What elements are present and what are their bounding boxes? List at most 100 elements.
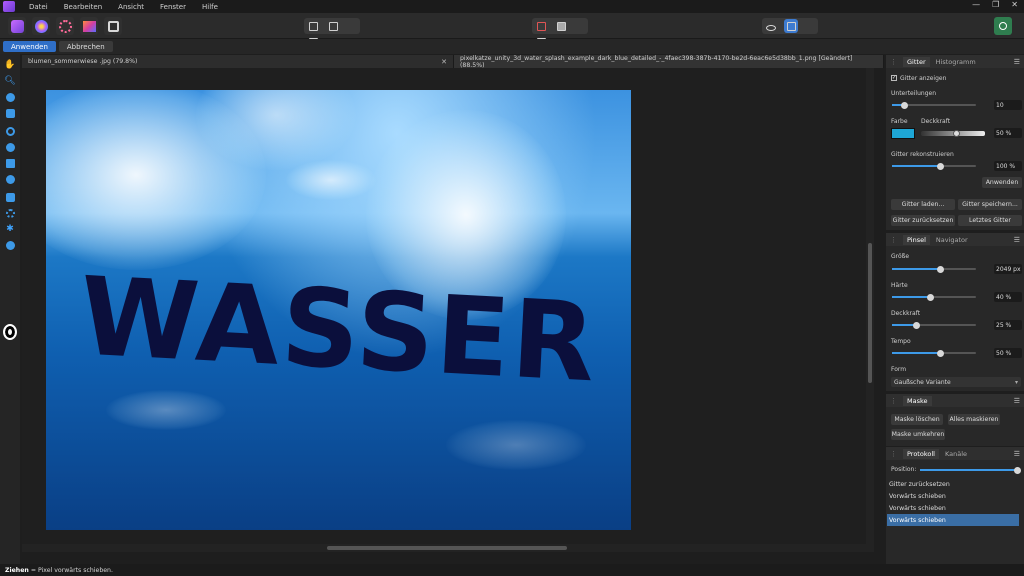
minimize-button[interactable]: — — [972, 0, 980, 9]
export-persona-icon[interactable] — [104, 17, 122, 35]
subdivisions-value[interactable]: 10 — [994, 100, 1022, 110]
eye-view-icon[interactable] — [764, 21, 778, 35]
window-controls: — ❐ ✕ — [972, 0, 1018, 9]
user-account-icon[interactable] — [994, 17, 1012, 35]
panel-menu-icon[interactable]: ☰ — [1014, 397, 1020, 405]
show-grid-checkbox[interactable]: ✓ — [891, 75, 897, 81]
close-window-button[interactable]: ✕ — [1011, 0, 1018, 9]
tab-protokoll[interactable]: Protokoll — [903, 448, 939, 459]
menu-fenster[interactable]: Fenster — [152, 3, 194, 11]
develop-persona-icon[interactable] — [56, 17, 74, 35]
status-tool: Ziehen — [5, 566, 29, 574]
liquify-push-left-icon[interactable] — [4, 107, 16, 119]
liquify-persona-icon[interactable] — [32, 17, 50, 35]
menu-hilfe[interactable]: Hilfe — [194, 3, 226, 11]
brush-opacity-slider[interactable] — [892, 321, 976, 329]
hardness-slider[interactable] — [892, 293, 976, 301]
speed-slider[interactable] — [892, 349, 976, 357]
document-tab[interactable]: blumen_sommerwiese .jpg (79.8%) ✕ — [22, 55, 454, 68]
grid-opacity-value[interactable]: 50 % — [994, 128, 1022, 138]
color-well[interactable] — [3, 324, 17, 340]
liquify-mesh-icon[interactable] — [4, 157, 16, 169]
load-grid-button[interactable]: Gitter laden... — [891, 199, 955, 210]
panel-menu-icon[interactable]: ☰ — [1014, 236, 1020, 244]
zoom-tool-icon[interactable]: 🔍︎ — [4, 75, 16, 87]
apply-button[interactable]: Anwenden — [3, 41, 56, 52]
tab-histogramm[interactable]: Histogramm — [936, 58, 976, 66]
history-item-selected[interactable]: Vorwärts schieben — [887, 514, 1019, 526]
status-bar: Ziehen = Pixel vorwärts schieben. — [0, 564, 1024, 576]
history-item[interactable]: Vorwärts schieben — [887, 490, 1019, 502]
size-slider[interactable] — [892, 265, 976, 273]
grid-opacity-slider[interactable] — [921, 129, 985, 137]
size-label: Größe — [891, 253, 910, 260]
maximize-button[interactable]: ❐ — [992, 0, 999, 9]
grid-apply-button[interactable]: Anwenden — [982, 177, 1022, 188]
cancel-button[interactable]: Abbrechen — [58, 41, 113, 52]
context-toolbar: Anwenden Abbrechen — [0, 39, 1024, 54]
liquify-push-forward-icon[interactable] — [4, 91, 16, 103]
speed-value[interactable]: 50 % — [994, 348, 1022, 358]
artwork-image[interactable]: WASSER — [46, 90, 631, 530]
tab-navigator[interactable]: Navigator — [936, 236, 968, 244]
document-tab-title: blumen_sommerwiese .jpg (79.8%) — [28, 58, 138, 65]
mask-all-button[interactable]: Alles maskieren — [948, 414, 1000, 425]
split-view-icon[interactable] — [326, 19, 340, 33]
invert-mask-button[interactable]: Maske umkehren — [891, 429, 945, 440]
mask-panel: ⋮ Maske ☰ Maske löschen Alles maskieren … — [886, 394, 1024, 446]
menu-bearbeiten[interactable]: Bearbeiten — [56, 3, 110, 11]
reset-grid-button[interactable]: Gitter zurücksetzen — [891, 215, 955, 226]
liquify-clone-icon[interactable] — [4, 173, 16, 185]
shape-select[interactable]: Gaußsche Variante ▾ — [891, 377, 1021, 387]
liquify-pinch-icon[interactable] — [4, 141, 16, 153]
rebuild-grid-value[interactable]: 100 % — [994, 161, 1022, 171]
panel-menu-icon[interactable]: ☰ — [1014, 58, 1020, 66]
quick-mask-icon[interactable] — [534, 19, 548, 33]
tab-kanaele[interactable]: Kanäle — [945, 450, 967, 458]
hardness-value[interactable]: 40 % — [994, 292, 1022, 302]
color-label: Farbe — [891, 118, 908, 125]
rebuild-grid-slider[interactable] — [892, 162, 976, 170]
save-grid-button[interactable]: Gitter speichern... — [958, 199, 1022, 210]
liquify-freeze-icon[interactable]: ✱ — [4, 223, 16, 235]
show-grid-label: Gitter anzeigen — [900, 75, 947, 82]
canvas-area[interactable]: WASSER — [22, 68, 874, 552]
last-grid-button[interactable]: Letztes Gitter — [958, 215, 1022, 226]
grid-view-icon[interactable] — [306, 19, 320, 33]
brush-opacity-value[interactable]: 25 % — [994, 320, 1022, 330]
grid-color-swatch[interactable] — [891, 128, 915, 139]
size-value[interactable]: 2049 px — [994, 264, 1022, 274]
document-tab-active[interactable]: pixelkatze_unity_3d_water_splash_example… — [454, 54, 884, 69]
history-item[interactable]: Vorwärts schieben — [887, 502, 1019, 514]
liquify-turbulence-icon[interactable] — [4, 207, 16, 219]
subdivisions-slider[interactable] — [892, 101, 976, 109]
brush-opacity-label: Deckkraft — [891, 310, 921, 317]
hand-tool-icon[interactable]: ✋ — [4, 59, 16, 71]
photo-persona-icon[interactable] — [8, 17, 26, 35]
history-position-slider[interactable] — [920, 466, 1021, 474]
menu-ansicht[interactable]: Ansicht — [110, 3, 152, 11]
liquify-twirl-icon[interactable] — [4, 125, 16, 137]
app-logo-icon — [3, 1, 15, 12]
tone-mapping-persona-icon[interactable] — [80, 17, 98, 35]
history-item[interactable]: Gitter zurücksetzen — [887, 478, 1019, 490]
mask-square-icon[interactable] — [554, 19, 568, 33]
panel-menu-icon[interactable]: ☰ — [1014, 450, 1020, 458]
opacity-label: Deckkraft — [921, 118, 951, 125]
tab-pinsel[interactable]: Pinsel — [903, 234, 930, 245]
close-tab-icon[interactable]: ✕ — [441, 58, 447, 66]
liquify-reconstruct-icon[interactable] — [4, 191, 16, 203]
document-tab-title: pixelkatze_unity_3d_water_splash_example… — [460, 54, 853, 69]
horizontal-scrollbar[interactable] — [22, 544, 866, 552]
tools-panel: ✋ 🔍︎ ✱ — [0, 54, 20, 564]
tab-gitter[interactable]: Gitter — [903, 56, 930, 67]
rebuild-grid-label: Gitter rekonstruieren — [891, 151, 954, 158]
vertical-scrollbar[interactable] — [866, 68, 874, 552]
clear-mask-button[interactable]: Maske löschen — [891, 414, 943, 425]
tab-maske[interactable]: Maske — [903, 395, 932, 406]
toolbar — [0, 13, 1024, 48]
menu-datei[interactable]: Datei — [21, 3, 56, 11]
menu-bar: Datei Bearbeiten Ansicht Fenster Hilfe —… — [0, 0, 1024, 13]
overlay-view-icon[interactable] — [784, 19, 799, 33]
liquify-thaw-icon[interactable] — [4, 239, 16, 251]
